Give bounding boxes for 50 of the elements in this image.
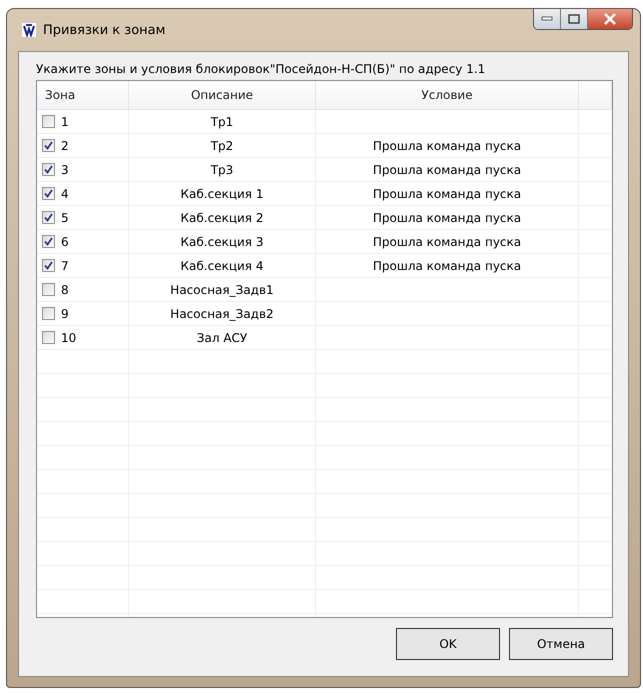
column-header[interactable]: Зона (37, 81, 129, 109)
table-cell: Тр2 (210, 138, 234, 152)
checkbox[interactable] (42, 331, 55, 344)
table-cell: Насосная_Задв1 (170, 282, 274, 296)
checkbox[interactable] (42, 259, 55, 272)
zone-number: 3 (61, 162, 69, 176)
table-cell: Зал АСУ (196, 330, 248, 344)
table-cell: Каб.секция 1 (180, 186, 264, 200)
column-header[interactable]: Условие (316, 81, 579, 109)
checkbox[interactable] (42, 211, 55, 224)
zone-number: 4 (61, 186, 69, 200)
table-cell: Каб.секция 4 (180, 258, 264, 272)
table-cell: Каб.секция 2 (180, 210, 264, 224)
minimize-icon (541, 16, 553, 22)
table-cell: Прошла команда пуска (372, 162, 522, 176)
checkbox[interactable] (42, 187, 55, 200)
minimize-button[interactable] (534, 9, 561, 29)
zone-number: 5 (61, 210, 69, 224)
table-cell: Насосная_Задв2 (170, 306, 274, 320)
table-cell: Прошла команда пуска (372, 186, 522, 200)
table-cell: Прошла команда пуска (372, 138, 522, 152)
window-title: Привязки к зонам (43, 22, 166, 38)
zone-number: 9 (61, 306, 69, 320)
close-button[interactable] (588, 9, 632, 29)
zone-number: 8 (61, 282, 69, 296)
zone-number: 2 (61, 138, 69, 152)
table-cell: Каб.секция 3 (180, 234, 264, 248)
zone-number: 7 (61, 258, 69, 272)
checkbox[interactable] (42, 235, 55, 248)
table-cell: Прошла команда пуска (372, 258, 522, 272)
maximize-button[interactable] (561, 9, 588, 29)
app-icon (22, 23, 36, 37)
instruction-text: Укажите зоны и условия блокировок"Посейдон-Н-СП(Б)" по адресу 1.1 (36, 62, 486, 76)
checkbox[interactable] (42, 139, 55, 152)
zone-number: 6 (61, 234, 69, 248)
column-header[interactable]: Описание (129, 81, 316, 109)
table-cell: Прошла команда пуска (372, 234, 522, 248)
table-cell: Прошла команда пуска (372, 210, 522, 224)
close-icon (603, 13, 617, 25)
zone-number: 10 (61, 330, 76, 344)
zone-number: 1 (61, 114, 69, 128)
ok-button[interactable]: OK (396, 628, 500, 660)
checkbox[interactable] (42, 283, 55, 296)
maximize-icon (568, 14, 580, 24)
checkbox[interactable] (42, 307, 55, 320)
checkbox[interactable] (42, 115, 55, 128)
table-cell: Тр3 (210, 162, 234, 176)
cancel-button[interactable]: Отмена (509, 628, 613, 660)
table-cell: Тр1 (210, 114, 234, 128)
checkbox[interactable] (42, 163, 55, 176)
